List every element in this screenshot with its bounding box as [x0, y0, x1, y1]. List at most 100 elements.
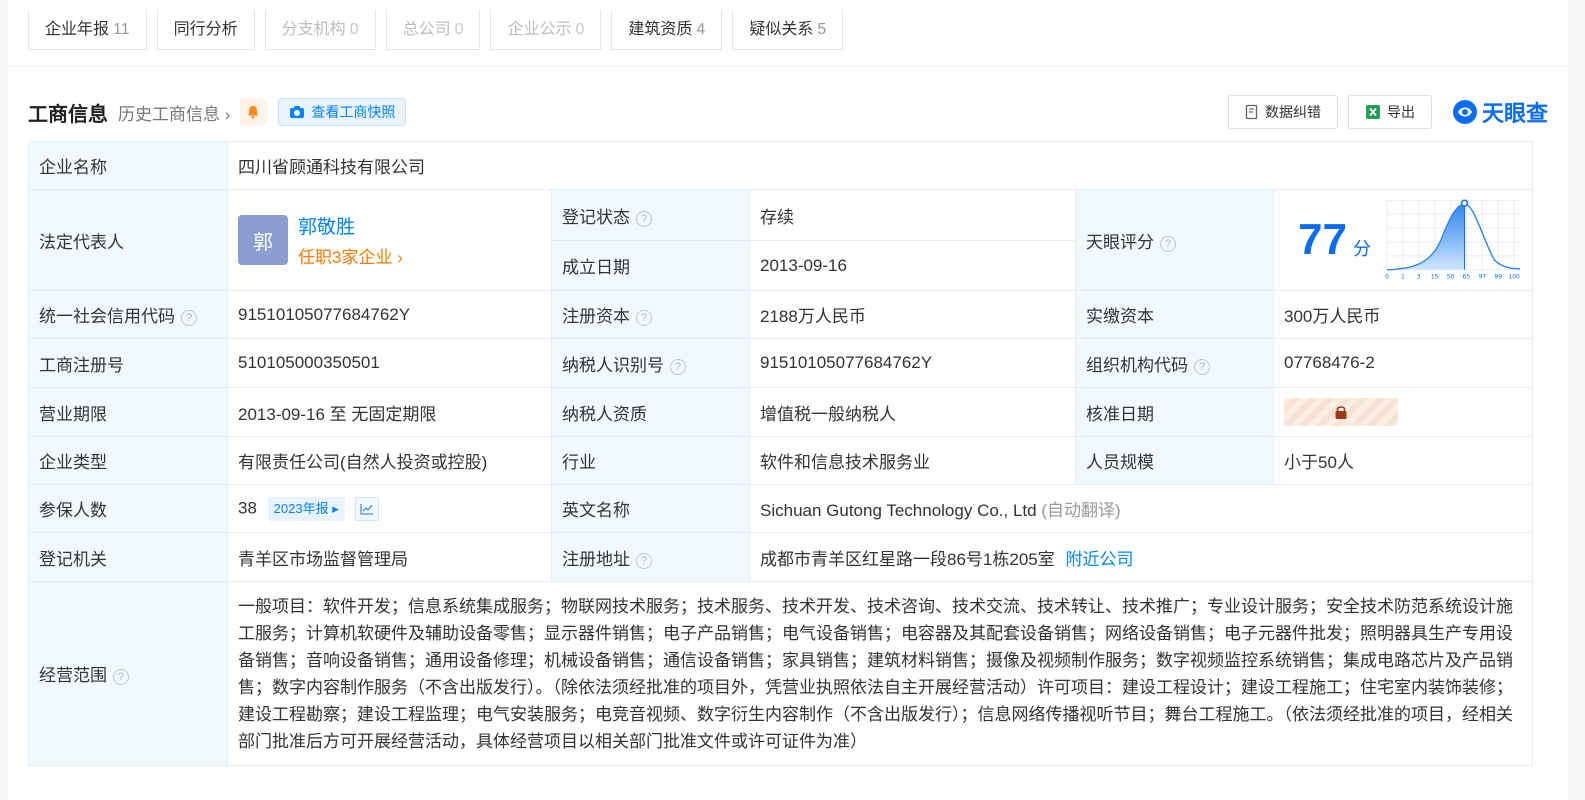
annual-report-tag[interactable]: 2023年报 ▸ — [267, 496, 345, 521]
table-row: 企业名称 四川省顾通科技有限公司 — [28, 141, 1534, 190]
taxpayer-qual-value: 增值税一般纳税人 — [749, 387, 1076, 437]
reg-no-label: 工商注册号 — [28, 338, 228, 388]
tab-public-notice: 企业公示 0 — [490, 10, 602, 50]
edit-doc-icon — [1245, 104, 1258, 120]
legal-rep-label: 法定代表人 — [28, 189, 228, 291]
score-axis-tick: 65 — [1463, 274, 1471, 281]
help-icon[interactable]: ? — [636, 310, 652, 326]
org-code-value: 07768476-2 — [1272, 338, 1534, 388]
history-link-label: 历史工商信息 — [118, 104, 220, 124]
logo-text: 天眼查 — [1481, 101, 1548, 126]
help-icon[interactable]: ? — [636, 210, 652, 227]
section-header: 工商信息 历史工商信息 › 查看工商快照 数据纠错 导出 天眼查 — [28, 95, 1548, 129]
scope-label-text: 经营范围 — [39, 666, 107, 685]
tab-count: 0 — [575, 21, 585, 38]
avatar[interactable]: 郭 — [238, 215, 288, 265]
brand-logo: 天眼查 — [1452, 96, 1548, 128]
help-icon[interactable]: ? — [1160, 235, 1176, 252]
bell-icon[interactable] — [240, 99, 267, 125]
tab-count: 0 — [454, 21, 464, 38]
help-icon[interactable]: ? — [1194, 358, 1210, 375]
insured-value: 38 — [238, 497, 257, 517]
nearby-companies-link[interactable]: 附近公司 — [1065, 550, 1133, 569]
tab-count: 5 — [817, 21, 827, 38]
table-row: 参保人数 38 2023年报 ▸ 英文名称 Sichuan Gutong Tec… — [28, 484, 1534, 533]
excel-icon — [1365, 105, 1380, 119]
taxpayer-id-label-text: 纳税人识别号 — [562, 355, 664, 375]
tab-label: 同行分析 — [173, 21, 238, 38]
staff-label: 人员规模 — [1075, 436, 1274, 485]
english-name-label: 英文名称 — [551, 484, 750, 533]
score-axis-tick: 3 — [1417, 274, 1421, 281]
score-cell[interactable]: 77 分 0 1 3 15 50 65 97 99 100 — [1272, 189, 1534, 291]
tab-annual-report[interactable]: 企业年报 11 — [28, 10, 147, 50]
table-row: 工商注册号 510105000350501 纳税人识别号? 9151010507… — [28, 338, 1534, 388]
term-label: 营业期限 — [28, 387, 228, 437]
tab-construction-qualification[interactable]: 建筑资质 4 — [611, 10, 723, 50]
score-axis-tick: 50 — [1447, 274, 1455, 281]
tab-label: 总公司 — [402, 21, 451, 38]
org-code-label-text: 组织机构代码 — [1086, 355, 1188, 375]
reg-capital-label-text: 注册资本 — [562, 307, 630, 326]
company-info-panel: 企业年报 11 同行分析 分支机构 0 总公司 0 企业公示 0 建筑资质 4 疑似关系 5… — [8, 0, 1568, 800]
score-distribution-chart: 0 1 3 15 50 65 97 99 100 — [1385, 199, 1521, 281]
tab-count: 0 — [349, 21, 359, 38]
insured-cell: 38 2023年报 ▸ — [227, 484, 552, 533]
taxpayer-qual-label: 纳税人资质 — [551, 387, 750, 437]
chevron-right-icon: › — [397, 248, 403, 267]
company-name-label: 企业名称 — [28, 141, 228, 190]
auto-translate-note: (自动翻译) — [1041, 501, 1121, 520]
tab-suspected-relations[interactable]: 疑似关系 5 — [732, 10, 844, 50]
founded-value: 2013-09-16 — [749, 240, 1076, 291]
tab-label: 疑似关系 — [749, 21, 814, 38]
tab-label: 企业年报 — [45, 21, 110, 38]
positions-label: 任职3家企业 — [298, 248, 393, 267]
score-axis-tick: 97 — [1479, 274, 1487, 281]
industry-value: 软件和信息技术服务业 — [749, 436, 1076, 485]
type-label: 企业类型 — [28, 436, 228, 485]
legal-rep-positions-link[interactable]: 任职3家企业 › — [298, 243, 403, 268]
founded-label: 成立日期 — [551, 240, 750, 291]
camera-icon — [290, 106, 305, 118]
score-label: 天眼评分? — [1075, 189, 1274, 291]
score-axis-tick: 100 — [1508, 274, 1520, 281]
org-code-label: 组织机构代码? — [1075, 338, 1274, 388]
score-unit: 分 — [1352, 239, 1371, 259]
legal-rep-name-link[interactable]: 郭敬胜 — [298, 212, 403, 239]
trend-chart-icon[interactable] — [355, 496, 380, 521]
paid-capital-label: 实缴资本 — [1075, 290, 1274, 339]
history-info-link[interactable]: 历史工商信息 › — [118, 100, 230, 125]
tab-count: 4 — [696, 21, 706, 38]
locked-value[interactable] — [1284, 398, 1398, 426]
reg-status-label: 登记状态? — [551, 189, 750, 241]
help-icon[interactable]: ? — [113, 669, 129, 685]
reg-status-value: 存续 — [749, 189, 1076, 241]
year-label: 2023年报 — [273, 500, 329, 516]
score-axis-tick: 1 — [1401, 274, 1405, 281]
reg-capital-label: 注册资本? — [551, 290, 750, 339]
taxpayer-id-value: 91510105077684762Y — [749, 338, 1076, 388]
tianyancha-logo-icon — [1452, 100, 1477, 124]
table-row: 法定代表人 郭 郭敬胜 任职3家企业 › 登记状态? 存续 天眼评分? 77 分 — [28, 189, 1534, 291]
score-label-text: 天眼评分 — [1086, 232, 1154, 252]
help-icon[interactable]: ? — [636, 552, 652, 569]
paid-capital-value: 300万人民币 — [1272, 290, 1534, 339]
table-row: 企业类型 有限责任公司(自然人投资或控股) 行业 软件和信息技术服务业 人员规模… — [28, 436, 1534, 485]
tab-count: 11 — [113, 21, 130, 38]
term-value: 2013-09-16 至 无固定期限 — [227, 387, 552, 437]
view-snapshot-button[interactable]: 查看工商快照 — [278, 98, 407, 126]
tab-peer-analysis[interactable]: 同行分析 — [156, 10, 255, 50]
score-axis-tick: 0 — [1385, 274, 1389, 281]
divider — [8, 66, 1568, 67]
data-correction-button[interactable]: 数据纠错 — [1227, 95, 1338, 129]
snapshot-label: 查看工商快照 — [311, 104, 396, 120]
help-icon[interactable]: ? — [181, 310, 197, 326]
tab-branches: 分支机构 0 — [264, 10, 376, 50]
section-title: 工商信息 — [28, 103, 108, 126]
help-icon[interactable]: ? — [670, 358, 686, 375]
approval-date-label: 核准日期 — [1075, 387, 1274, 437]
address-label-text: 注册地址 — [562, 549, 630, 569]
export-button[interactable]: 导出 — [1347, 95, 1432, 129]
approval-date-cell — [1272, 387, 1534, 437]
chevron-right-icon: › — [224, 104, 231, 124]
